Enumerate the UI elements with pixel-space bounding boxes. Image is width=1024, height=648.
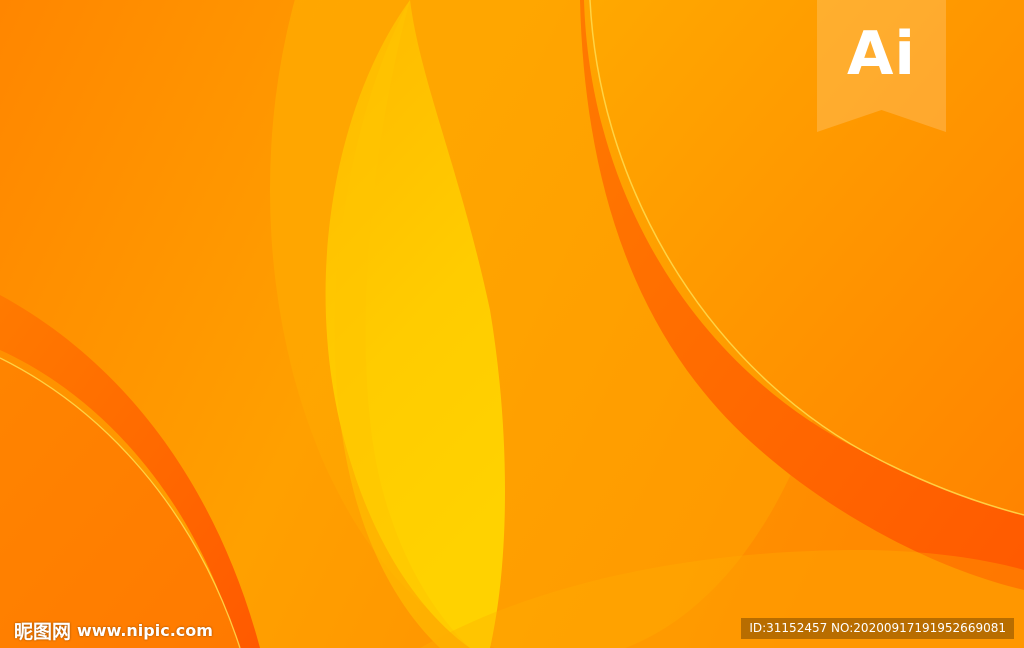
ai-badge-label: Ai — [846, 19, 916, 89]
site-watermark: 昵图网 www.nipic.com — [14, 616, 213, 644]
watermark-brand: 昵图网 — [14, 620, 72, 643]
ai-badge: Ai — [817, 0, 946, 132]
artwork-canvas: Ai 昵图网 www.nipic.com ID:31152457 NO:2020… — [0, 0, 1024, 648]
image-id-label: ID:31152457 NO:20200917191952669081 — [741, 618, 1014, 639]
watermark-url: www.nipic.com — [77, 620, 213, 640]
